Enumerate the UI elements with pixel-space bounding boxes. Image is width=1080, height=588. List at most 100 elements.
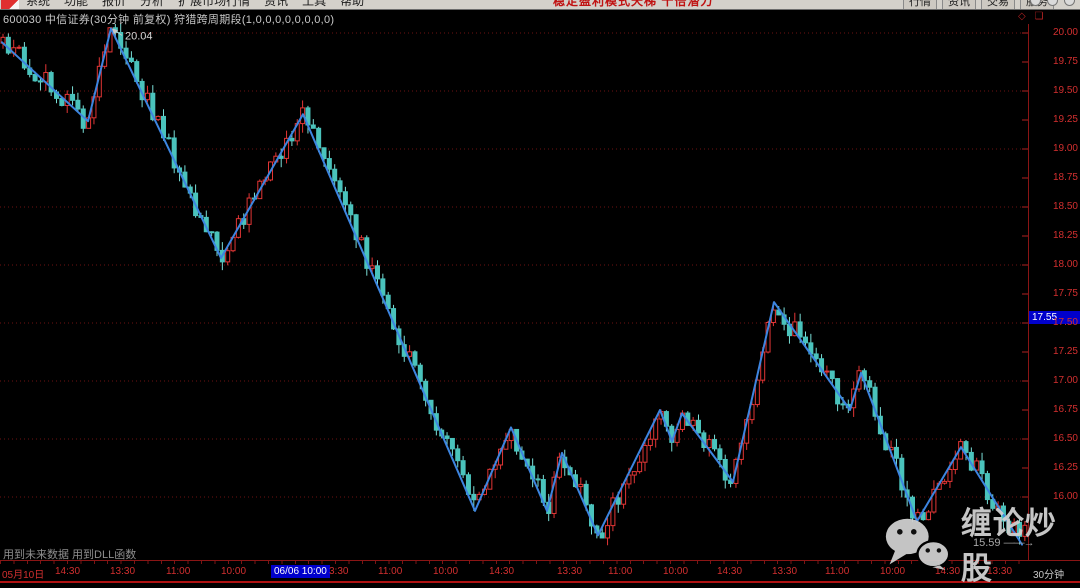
candle-body xyxy=(943,481,947,483)
candle-body xyxy=(697,420,701,433)
time-axis-label: 13:30 xyxy=(772,566,797,577)
price-axis-label: 17.00 xyxy=(1030,375,1078,386)
candle-body xyxy=(461,461,465,475)
candle-body xyxy=(600,533,604,538)
candle-body xyxy=(349,205,353,215)
menu-bar: 系统功能报价分析扩展市场行情资讯工具帮助 稳定盈利模式天梯 十倍潜力 行情资讯交… xyxy=(0,0,1080,10)
menu-item[interactable]: 工具 xyxy=(302,0,326,10)
time-axis-label: 3:30 xyxy=(329,566,348,577)
candle-body xyxy=(290,138,294,140)
candle-body xyxy=(648,439,652,445)
candle-body xyxy=(413,352,417,365)
candle-body xyxy=(868,381,872,387)
candle-body xyxy=(445,436,449,438)
menu-item[interactable]: 资讯 xyxy=(264,0,288,10)
candle-body xyxy=(450,438,454,448)
candle-body xyxy=(632,472,636,475)
menu-items: 系统 功能 报价 分析 扩展市场行情 资讯 工具 帮助 xyxy=(26,0,364,10)
quick-button[interactable]: 行情 xyxy=(903,0,937,10)
close-button[interactable] xyxy=(1064,0,1075,6)
high-price-annotation: 20.04 xyxy=(112,28,153,42)
price-axis-label: 18.00 xyxy=(1030,259,1078,270)
right-arrow-icon: ——→ xyxy=(1004,537,1034,549)
candlestick-chart[interactable]: 20.04 xyxy=(0,24,1028,560)
candle-body xyxy=(804,337,808,343)
formula-warning-text: 用到未来数据 用到DLL函数 xyxy=(3,546,136,562)
candle-body xyxy=(894,447,898,458)
wechat-icon xyxy=(884,514,953,572)
time-axis-label: 14:30 xyxy=(55,566,80,577)
price-axis-label: 16.50 xyxy=(1030,433,1078,444)
price-axis-label: 18.25 xyxy=(1030,230,1078,241)
time-tick-marks xyxy=(0,561,1028,564)
low-price-value: 15.59 xyxy=(973,537,1001,549)
candle-body xyxy=(830,371,834,379)
candle-body xyxy=(17,47,21,48)
candle-body xyxy=(210,232,214,233)
candle-body xyxy=(718,449,722,460)
maximize-button[interactable] xyxy=(1047,0,1058,6)
candle-body xyxy=(472,494,476,499)
candle-body xyxy=(226,251,230,262)
candle-body xyxy=(606,526,610,538)
time-axis-label: 13:30 xyxy=(557,566,582,577)
minimize-button[interactable] xyxy=(1030,0,1041,6)
quick-button[interactable]: 交易 xyxy=(981,0,1015,10)
candle-body xyxy=(145,93,149,99)
candle-body xyxy=(536,479,540,480)
menu-item[interactable]: 分析 xyxy=(140,0,164,10)
quick-button[interactable]: 资讯 xyxy=(942,0,976,10)
price-axis-label: 16.75 xyxy=(1030,404,1078,415)
candle-body xyxy=(359,238,363,240)
menu-item[interactable]: 报价 xyxy=(102,0,126,10)
time-axis-label: 11:00 xyxy=(378,566,402,577)
candle-body xyxy=(964,442,968,453)
candle-body xyxy=(638,462,642,471)
candle-body xyxy=(343,192,347,205)
chart-area[interactable]: 20.04 xyxy=(0,24,1028,560)
menu-item[interactable]: 功能 xyxy=(64,0,88,10)
price-axis-label: 17.75 xyxy=(1030,288,1078,299)
candle-body xyxy=(691,420,695,425)
promo-text: 稳定盈利模式天梯 十倍潜力 xyxy=(553,0,713,10)
candle-body xyxy=(156,116,160,119)
candle-body xyxy=(456,449,460,461)
price-axis: 17.55 20.0019.7519.5019.2519.0018.7518.5… xyxy=(1029,24,1080,560)
candle-body xyxy=(713,440,717,449)
candle-body xyxy=(311,125,315,128)
price-axis-label: 19.25 xyxy=(1030,114,1078,125)
window-controls xyxy=(1030,0,1075,6)
price-axis-label: 17.50 xyxy=(1030,317,1078,328)
candle-body xyxy=(38,81,42,82)
menu-item[interactable]: 系统 xyxy=(26,0,50,10)
candle-body xyxy=(333,169,337,181)
candle-body xyxy=(825,371,829,372)
menu-item[interactable]: 帮助 xyxy=(340,0,364,10)
time-axis-label: 11:00 xyxy=(825,566,849,577)
menu-item[interactable]: 扩展市场行情 xyxy=(178,0,250,10)
candle-body xyxy=(980,461,984,474)
price-axis-label: 18.75 xyxy=(1030,172,1078,183)
time-axis-label: 14:30 xyxy=(489,566,514,577)
candle-body xyxy=(643,445,647,462)
candle-body xyxy=(948,469,952,481)
candle-body xyxy=(814,354,818,359)
mini-toolbar-icons[interactable]: ◇ ❏ xyxy=(1018,11,1046,22)
time-axis-label: 10:00 xyxy=(433,566,458,577)
time-axis-label: 10:00 xyxy=(663,566,688,577)
time-axis-label: 14:30 xyxy=(717,566,742,577)
time-axis-label: 10:00 xyxy=(221,566,246,577)
candle-body xyxy=(33,74,37,80)
low-price-annotation: 15.59 ——→ xyxy=(973,537,1034,549)
time-axis-label: 11:00 xyxy=(608,566,632,577)
price-axis-label: 18.50 xyxy=(1030,201,1078,212)
candle-body xyxy=(327,159,331,170)
time-axis-label: 13:30 xyxy=(110,566,135,577)
candle-body xyxy=(707,440,711,448)
title-bar: 600030 中信证券(30分钟 前复权) 狩猎跨周期段(1,0,0,0,0,0… xyxy=(0,10,1080,24)
candle-body xyxy=(841,404,845,405)
candle-body xyxy=(798,322,802,337)
price-axis-label: 20.00 xyxy=(1030,27,1078,38)
time-axis-label: 11:00 xyxy=(166,566,190,577)
price-axis-label: 19.75 xyxy=(1030,56,1078,67)
